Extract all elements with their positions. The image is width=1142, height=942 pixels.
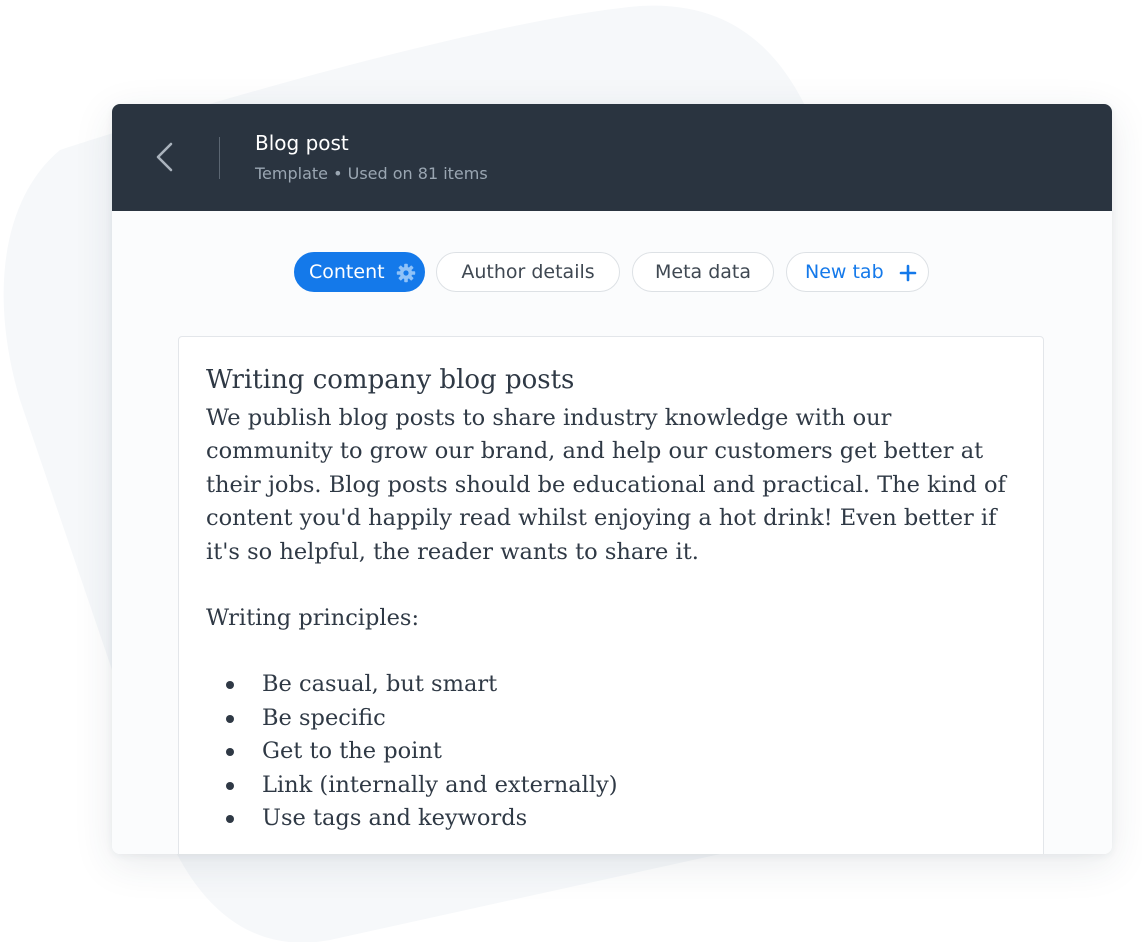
list-item: Be casual, but smart (206, 668, 1016, 701)
principles-heading: Writing principles: (206, 605, 420, 632)
header-divider (219, 137, 220, 179)
gear-icon[interactable] (396, 263, 416, 283)
tab-meta-data[interactable]: Meta data (632, 252, 774, 292)
tab-label: Author details (461, 261, 595, 283)
tab-label: Content (309, 261, 385, 283)
tab-bar: Content Author details Meta data New tab (112, 252, 1112, 296)
template-header: Blog post Template • Used on 81 items (112, 104, 1112, 211)
principles-list: Be casual, but smart Be specific Get to … (206, 668, 1016, 835)
new-tab-button[interactable]: New tab (786, 252, 929, 292)
chevron-left-icon (156, 142, 173, 172)
list-item: Get to the point (206, 735, 1016, 768)
back-button[interactable] (142, 134, 188, 180)
template-body: Content Author details Meta data New tab… (112, 211, 1112, 854)
list-item: Use tags and keywords (206, 802, 1016, 835)
list-item: Link (internally and externally) (206, 769, 1016, 802)
page-title: Blog post (255, 131, 349, 155)
document-intro: We publish blog posts to share industry … (206, 405, 1006, 565)
tab-content[interactable]: Content (294, 252, 425, 292)
plus-icon (899, 264, 917, 282)
tab-label: Meta data (654, 261, 751, 283)
tab-label: New tab (805, 261, 884, 283)
content-editor[interactable]: Writing company blog posts We publish bl… (178, 336, 1044, 854)
template-usage-info: Template • Used on 81 items (255, 164, 488, 183)
list-item: Be specific (206, 702, 1016, 735)
document-heading: Writing company blog posts (206, 365, 575, 395)
tab-author-details[interactable]: Author details (436, 252, 620, 292)
template-editor-card: Blog post Template • Used on 81 items Co… (112, 104, 1112, 854)
